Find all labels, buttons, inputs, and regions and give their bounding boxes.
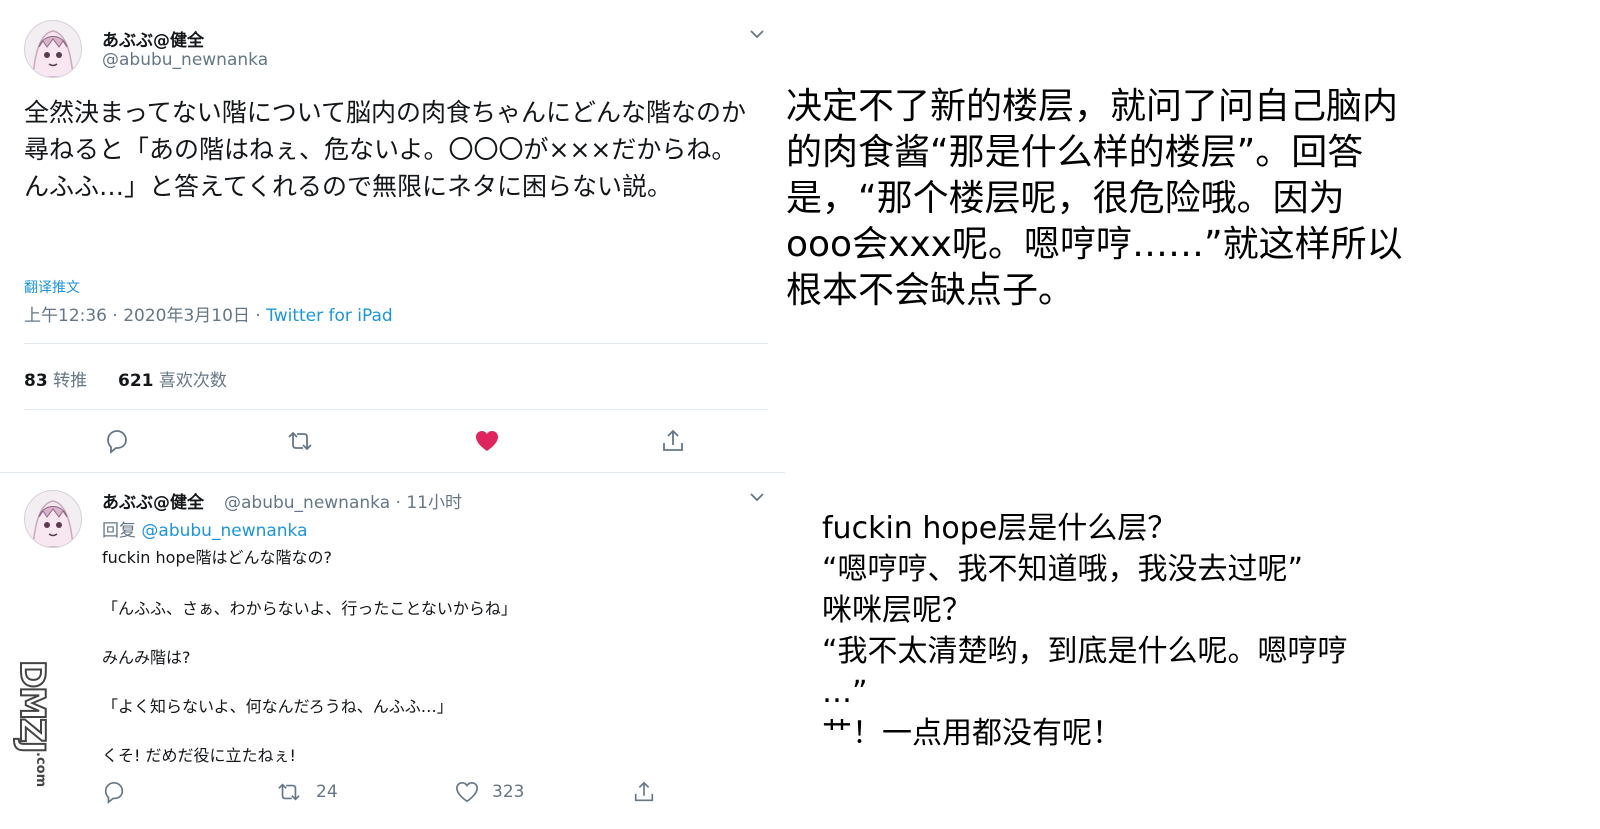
avatar[interactable]	[24, 20, 82, 78]
retweet-icon[interactable]	[287, 428, 313, 454]
chevron-down-icon[interactable]	[747, 24, 767, 44]
retweet-count: 24	[316, 782, 338, 802]
reply-icon[interactable]	[104, 428, 130, 454]
reply-line: 「よく知らないよ、何なんだろうね、んふふ…」	[102, 697, 453, 716]
main-tweet: あぶぶ@健全 @abubu_newnanka 全然決まってない階について脳内の肉…	[0, 0, 800, 485]
like-label: 喜欢次数	[158, 371, 227, 391]
chevron-down-icon[interactable]	[747, 487, 767, 507]
avatar-illustration	[32, 500, 74, 547]
reply-tweet: あぶぶ@健全 @abubu_newnanka · 11小时 回复 @abubu_…	[0, 485, 800, 829]
user-handle[interactable]: @abubu_newnanka	[102, 50, 268, 70]
retweet-icon[interactable]	[277, 780, 301, 804]
retweet-label: 转推	[53, 371, 88, 391]
translation-main: 决定不了新的楼层，就问了问自己脑内 的肉食酱“那是什么样的楼层”。回答 是，“那…	[786, 86, 1403, 311]
tweet-timestamp: 上午12:36 · 2020年3月10日 · Twitter for iPad	[24, 301, 393, 326]
share-icon[interactable]	[632, 780, 656, 804]
divider	[24, 343, 768, 344]
translate-link[interactable]: 翻译推文	[24, 277, 80, 297]
reply-prefix: 回复	[102, 521, 142, 541]
like-stat[interactable]: 621 喜欢次数	[118, 366, 227, 391]
like-count: 323	[492, 782, 525, 802]
display-name[interactable]: あぶぶ@健全	[102, 26, 204, 51]
tweet-source[interactable]: Twitter for iPad	[266, 306, 393, 326]
like-count: 621	[118, 371, 154, 391]
avatar-illustration	[32, 30, 74, 77]
avatar[interactable]	[24, 490, 82, 548]
heart-icon[interactable]	[455, 780, 479, 804]
tweet-separator	[0, 472, 785, 473]
share-icon[interactable]	[660, 428, 686, 454]
translation-reply: fuckin hope层是什么层？ “嗯哼哼、我不知道哦，我没去过呢” 咪咪层呢…	[822, 511, 1348, 751]
handle-and-time[interactable]: @abubu_newnanka · 11小时	[224, 488, 462, 513]
retweet-stat[interactable]: 83 转推	[24, 366, 87, 391]
reply-line: みんみ階は?	[102, 648, 191, 667]
retweet-count: 83	[24, 371, 48, 391]
watermark-logo: DMZJ	[11, 659, 53, 752]
watermark-suffix: .com	[33, 752, 48, 788]
display-name[interactable]: あぶぶ@健全	[102, 488, 204, 513]
reply-mention[interactable]: @abubu_newnanka	[141, 521, 307, 541]
reply-icon[interactable]	[102, 780, 126, 804]
heart-icon[interactable]	[474, 428, 500, 454]
reply-line: fuckin hope階はどんな階なの?	[102, 548, 332, 567]
tweet-body: 全然決まってない階について脳内の肉食ちゃんにどんな階なのか尋ねると「あの階はねぇ…	[24, 98, 747, 201]
reply-line: くそ! だめだ役に立たねぇ!	[102, 746, 296, 765]
divider	[24, 409, 768, 410]
tweet-time[interactable]: 上午12:36 · 2020年3月10日 ·	[24, 306, 266, 326]
reply-line: 「んふふ、さぁ、わからないよ、行ったことないからね」	[102, 599, 517, 618]
replying-to: 回复 @abubu_newnanka	[102, 516, 308, 541]
